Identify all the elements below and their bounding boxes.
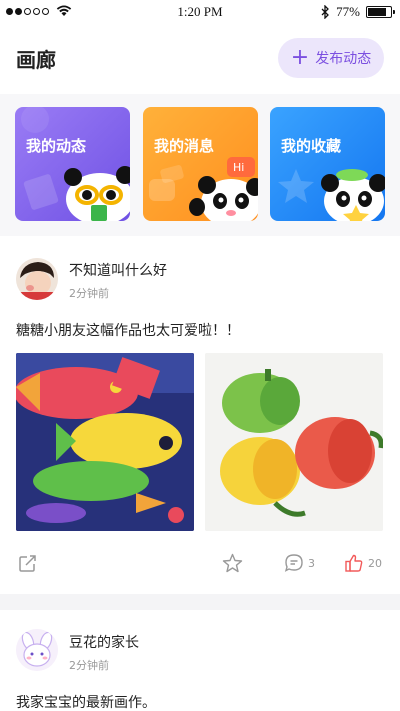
- feed-separator: [0, 594, 400, 610]
- page-title: 画廊: [16, 48, 56, 72]
- my-favorites-label: 我的收藏: [281, 137, 342, 155]
- post-image-peppers[interactable]: [205, 353, 383, 531]
- post-author[interactable]: 不知道叫什么好: [69, 260, 167, 280]
- comment-count: 3: [308, 556, 315, 570]
- post-time: 2分钟前: [69, 287, 109, 300]
- battery-icon: [366, 6, 395, 18]
- battery-fill: [368, 8, 387, 16]
- thumbs-up-icon: [345, 554, 363, 572]
- like-button[interactable]: 20: [344, 553, 382, 573]
- peppers-painting-image: [205, 353, 383, 531]
- fish-drawing-image: [16, 353, 194, 531]
- my-messages-label: 我的消息: [154, 137, 215, 155]
- share-button[interactable]: [18, 553, 38, 573]
- my-posts-label: 我的动态: [26, 137, 87, 155]
- post-text: 糖糖小朋友这幅作品也太可爱啦！！: [16, 323, 240, 339]
- favorite-button[interactable]: [222, 553, 243, 573]
- feed-post: 不知道叫什么好 2分钟前 糖糖小朋友这幅作品也太可爱啦！！ 3 20: [0, 236, 400, 594]
- plus-icon: +: [290, 45, 310, 70]
- battery-percent: 77%: [336, 4, 360, 19]
- hi-badge: Hi: [233, 161, 245, 174]
- publish-label: 发布动态: [315, 51, 372, 67]
- panda-reading-illustration: [21, 107, 130, 221]
- avatar-image: [16, 258, 58, 300]
- post-author[interactable]: 豆花的家长: [69, 632, 139, 652]
- post-time: 2分钟前: [69, 659, 109, 672]
- user-avatar[interactable]: [16, 258, 58, 300]
- panda-star-illustration: [278, 169, 385, 221]
- like-count: 20: [368, 556, 382, 570]
- star-icon: [222, 553, 243, 573]
- post-text: 我家宝宝的最新画作。: [16, 695, 156, 711]
- my-posts-card[interactable]: 我的动态: [15, 107, 130, 221]
- feed-post: 豆花的家长 2分钟前 我家宝宝的最新画作。: [0, 610, 400, 711]
- avatar-image: [16, 629, 58, 671]
- comment-icon: [284, 554, 303, 572]
- share-icon: [19, 555, 36, 572]
- my-messages-card[interactable]: Hi 我的消息: [143, 107, 258, 221]
- status-bar: 1:20 PM 77%: [0, 0, 400, 24]
- post-actions: 3 20: [0, 553, 400, 577]
- publish-post-button[interactable]: + 发布动态: [278, 38, 384, 78]
- bluetooth-icon: [321, 5, 330, 19]
- post-image-fish-drawing[interactable]: [16, 353, 194, 531]
- header: 画廊 + 发布动态: [0, 24, 400, 94]
- comment-button[interactable]: 3: [284, 553, 315, 573]
- my-favorites-card[interactable]: 我的收藏: [270, 107, 385, 221]
- quick-cards: 我的动态 Hi 我的消息 我的收藏: [0, 94, 400, 236]
- user-avatar[interactable]: [16, 629, 58, 671]
